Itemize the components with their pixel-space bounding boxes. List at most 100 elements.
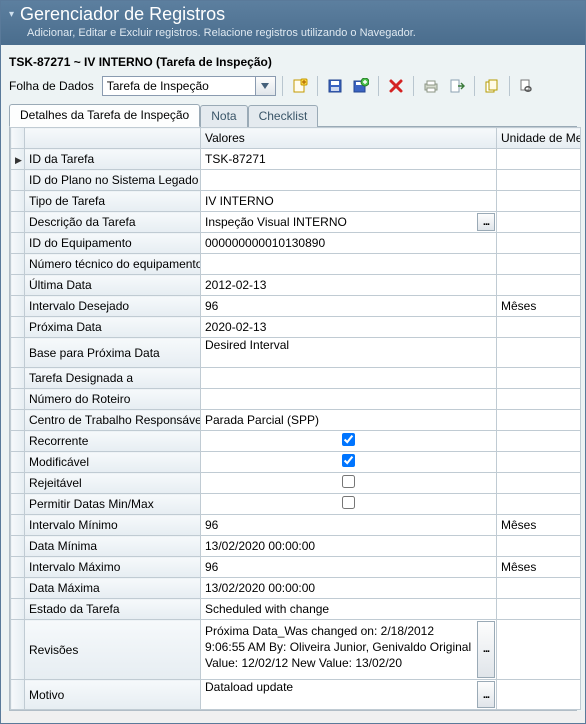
- ellipsis-button[interactable]: ...: [477, 621, 495, 678]
- row-header[interactable]: [11, 431, 25, 452]
- ellipsis-button[interactable]: ...: [477, 213, 495, 231]
- titlebar: ▾ Gerenciador de Registros Adicionar, Ed…: [1, 1, 585, 45]
- page-arrow-icon: [449, 78, 465, 94]
- save-button[interactable]: [324, 75, 346, 97]
- field-value[interactable]: Scheduled with change: [201, 599, 497, 620]
- row-header[interactable]: [11, 296, 25, 317]
- row-header[interactable]: [11, 599, 25, 620]
- field-unit: [497, 233, 581, 254]
- row-header[interactable]: ▶: [11, 149, 25, 170]
- field-value[interactable]: Dataload update...: [201, 680, 497, 710]
- field-value[interactable]: 13/02/2020 00:00:00: [201, 536, 497, 557]
- field-value[interactable]: Parada Parcial (SPP): [201, 410, 497, 431]
- row-header[interactable]: [11, 557, 25, 578]
- datasheet-label: Folha de Dados: [9, 79, 94, 93]
- datasheet-combo[interactable]: [102, 76, 276, 96]
- field-unit: Mêses: [497, 557, 581, 578]
- field-unit: [497, 317, 581, 338]
- field-label: Recorrente: [25, 431, 201, 452]
- field-value[interactable]: IV INTERNO: [201, 191, 497, 212]
- row-header[interactable]: [11, 389, 25, 410]
- collapse-icon[interactable]: ▾: [9, 9, 14, 20]
- column-header-unit[interactable]: Unidade de Me: [497, 128, 581, 149]
- field-unit: [497, 578, 581, 599]
- field-value[interactable]: Inspeção Visual INTERNO...: [201, 212, 497, 233]
- datasheet-dropdown-button[interactable]: [256, 76, 276, 96]
- row-header[interactable]: [11, 536, 25, 557]
- field-value[interactable]: [201, 254, 497, 275]
- field-value[interactable]: [201, 389, 497, 410]
- row-header[interactable]: [11, 410, 25, 431]
- column-header-values[interactable]: Valores: [201, 128, 497, 149]
- print-button[interactable]: [420, 75, 442, 97]
- field-unit: Mêses: [497, 296, 581, 317]
- row-header[interactable]: [11, 275, 25, 296]
- field-label: Data Máxima: [25, 578, 201, 599]
- field-value[interactable]: [201, 494, 497, 515]
- tab-checklist[interactable]: Checklist: [248, 105, 319, 127]
- row-header[interactable]: [11, 620, 25, 680]
- field-value[interactable]: 96: [201, 296, 497, 317]
- field-unit: [497, 149, 581, 170]
- field-checkbox[interactable]: [342, 496, 355, 509]
- field-value[interactable]: Próxima Data_Was changed on: 2/18/2012 9…: [201, 620, 497, 680]
- field-label: Rejeitável: [25, 473, 201, 494]
- delete-button[interactable]: [385, 75, 407, 97]
- field-checkbox[interactable]: [342, 433, 355, 446]
- new-record-button[interactable]: [289, 75, 311, 97]
- row-header[interactable]: [11, 317, 25, 338]
- table-row: Intervalo Mínimo96Mêses: [11, 515, 581, 536]
- row-header[interactable]: [11, 338, 25, 368]
- field-checkbox[interactable]: [342, 454, 355, 467]
- datasheet-input[interactable]: [102, 76, 256, 96]
- ellipsis-button[interactable]: ...: [477, 681, 495, 708]
- field-label: Motivo: [25, 680, 201, 710]
- row-header[interactable]: [11, 170, 25, 191]
- field-value[interactable]: [201, 473, 497, 494]
- field-value[interactable]: [201, 452, 497, 473]
- field-unit: [497, 452, 581, 473]
- app-subtitle: Adicionar, Editar e Excluir registros. R…: [27, 27, 577, 39]
- row-header[interactable]: [11, 578, 25, 599]
- row-header[interactable]: [11, 233, 25, 254]
- table-row: Recorrente: [11, 431, 581, 452]
- copy-button[interactable]: [481, 75, 503, 97]
- row-header[interactable]: [11, 191, 25, 212]
- link-button[interactable]: [516, 75, 538, 97]
- field-label: Última Data: [25, 275, 201, 296]
- table-row: ID do Plano no Sistema Legado: [11, 170, 581, 191]
- row-header[interactable]: [11, 212, 25, 233]
- save-add-button[interactable]: [350, 75, 372, 97]
- column-header-field[interactable]: [25, 128, 201, 149]
- field-value[interactable]: 13/02/2020 00:00:00: [201, 578, 497, 599]
- field-value[interactable]: 2012-02-13: [201, 275, 497, 296]
- row-header[interactable]: [11, 515, 25, 536]
- tab-details[interactable]: Detalhes da Tarefa de Inspeção: [9, 104, 200, 127]
- row-header[interactable]: [11, 368, 25, 389]
- table-row: Tarefa Designada a: [11, 368, 581, 389]
- tabstrip: Detalhes da Tarefa de Inspeção Nota Chec…: [9, 103, 577, 127]
- row-header[interactable]: [11, 452, 25, 473]
- field-value[interactable]: 2020-02-13: [201, 317, 497, 338]
- export-button[interactable]: [446, 75, 468, 97]
- row-header[interactable]: [11, 254, 25, 275]
- field-unit: [497, 473, 581, 494]
- field-value[interactable]: [201, 431, 497, 452]
- field-checkbox[interactable]: [342, 475, 355, 488]
- table-row: Intervalo Máximo96Mêses: [11, 557, 581, 578]
- field-value[interactable]: TSK-87271: [201, 149, 497, 170]
- new-sheet-icon: [292, 78, 308, 94]
- field-unit: [497, 212, 581, 233]
- field-value[interactable]: 96: [201, 515, 497, 536]
- field-value[interactable]: 96: [201, 557, 497, 578]
- field-value[interactable]: [201, 368, 497, 389]
- tab-note[interactable]: Nota: [200, 105, 247, 127]
- row-header[interactable]: [11, 680, 25, 710]
- table-row: Última Data2012-02-13: [11, 275, 581, 296]
- row-header[interactable]: [11, 494, 25, 515]
- field-value[interactable]: 000000000010130890: [201, 233, 497, 254]
- field-value[interactable]: [201, 170, 497, 191]
- field-value[interactable]: Desired Interval: [201, 338, 497, 368]
- row-header[interactable]: [11, 473, 25, 494]
- field-label: Revisões: [25, 620, 201, 680]
